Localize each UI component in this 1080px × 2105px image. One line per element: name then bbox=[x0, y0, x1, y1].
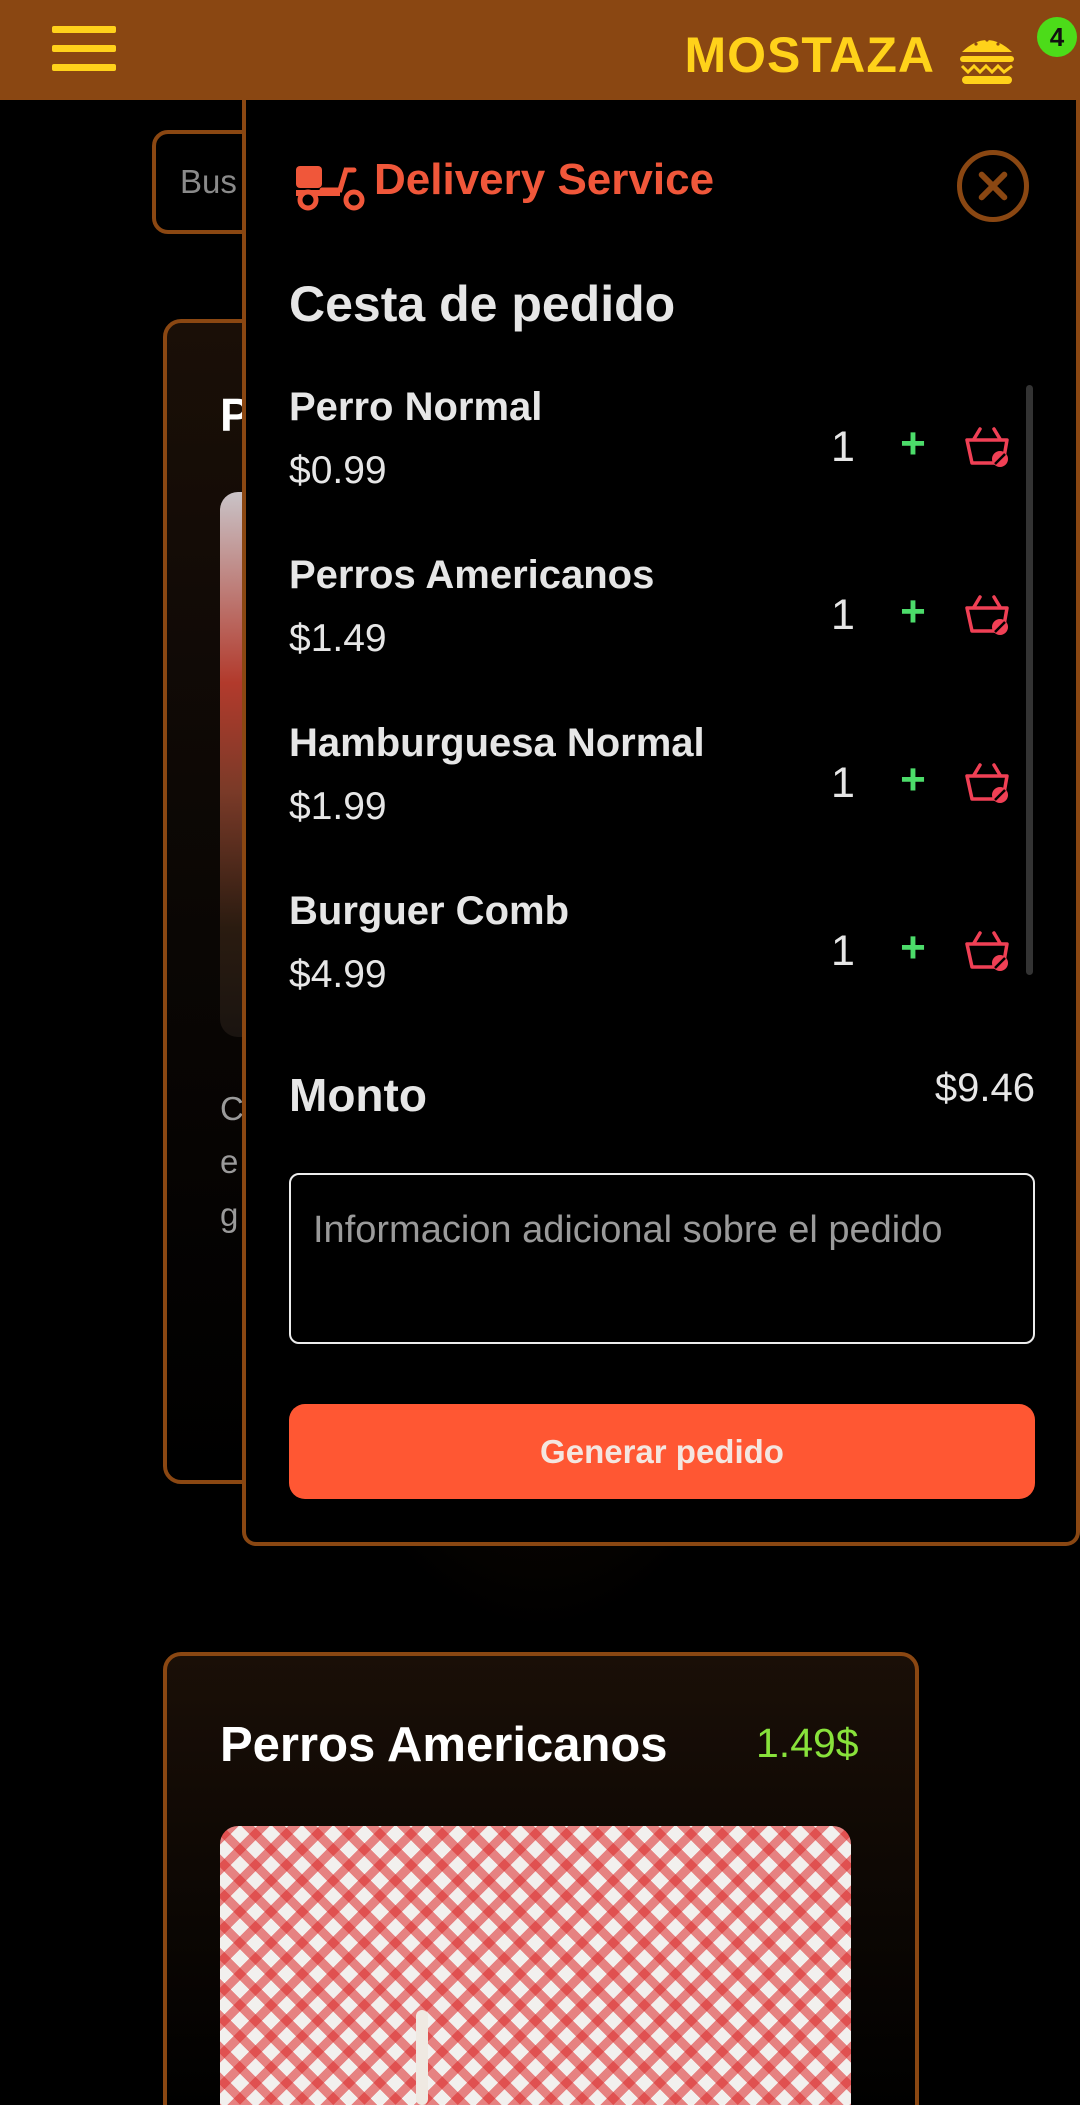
order-item-price: $4.99 bbox=[289, 953, 387, 996]
delivery-service-title: Delivery Service bbox=[374, 155, 715, 204]
product-card-price: 1.49$ bbox=[756, 1720, 859, 1766]
increase-quantity-button[interactable]: + bbox=[893, 923, 933, 973]
cart-count-badge: 4 bbox=[1037, 17, 1077, 57]
order-item-price: $1.99 bbox=[289, 785, 387, 828]
order-item: Perros Americanos $1.49 1 + bbox=[289, 553, 1024, 703]
order-item-name: Burguer Comb bbox=[289, 889, 569, 933]
top-bar: MOSTAZA 4 bbox=[0, 0, 1080, 100]
order-item-quantity: 1 bbox=[831, 423, 855, 471]
order-item: Perro Normal $0.99 1 + bbox=[289, 385, 1024, 535]
brand-title: MOSTAZA bbox=[684, 27, 935, 83]
hamburger-menu-icon[interactable] bbox=[52, 26, 116, 72]
close-icon[interactable] bbox=[957, 150, 1029, 222]
order-item-price: $0.99 bbox=[289, 449, 387, 492]
order-item-quantity: 1 bbox=[831, 759, 855, 807]
product-image-detail bbox=[416, 2010, 428, 2105]
basket-remove-icon[interactable] bbox=[964, 929, 1012, 975]
order-item-name: Perros Americanos bbox=[289, 553, 655, 597]
total-value: $9.46 bbox=[934, 1066, 1035, 1110]
increase-quantity-button[interactable]: + bbox=[893, 587, 933, 637]
delivery-scooter-icon bbox=[294, 156, 368, 212]
order-notes-field[interactable] bbox=[289, 1173, 1035, 1344]
basket-remove-icon[interactable] bbox=[964, 761, 1012, 807]
order-item-quantity: 1 bbox=[831, 927, 855, 975]
increase-quantity-button[interactable]: + bbox=[893, 419, 933, 469]
order-item-quantity: 1 bbox=[831, 591, 855, 639]
basket-remove-icon[interactable] bbox=[964, 593, 1012, 639]
increase-quantity-button[interactable]: + bbox=[893, 755, 933, 805]
product-image bbox=[220, 1826, 851, 2105]
order-item-name: Hamburguesa Normal bbox=[289, 721, 705, 765]
order-items-list: Perro Normal $0.99 1 + Perros Americanos… bbox=[289, 385, 1024, 996]
order-item-name: Perro Normal bbox=[289, 385, 543, 429]
order-item: Burguer Comb $4.99 1 + bbox=[289, 889, 1024, 1039]
search-placeholder: Bus bbox=[180, 163, 237, 200]
basket-remove-icon[interactable] bbox=[964, 425, 1012, 471]
generate-order-button[interactable]: Generar pedido bbox=[289, 1404, 1035, 1499]
order-item-price: $1.49 bbox=[289, 617, 387, 660]
product-card-title: Perros Americanos bbox=[220, 1718, 668, 1772]
order-item: Hamburguesa Normal $1.99 1 + bbox=[289, 721, 1024, 871]
burger-icon[interactable] bbox=[956, 26, 1018, 88]
items-scrollbar[interactable] bbox=[1026, 385, 1033, 975]
basket-title: Cesta de pedido bbox=[289, 276, 676, 332]
total-label: Monto bbox=[289, 1069, 427, 1121]
